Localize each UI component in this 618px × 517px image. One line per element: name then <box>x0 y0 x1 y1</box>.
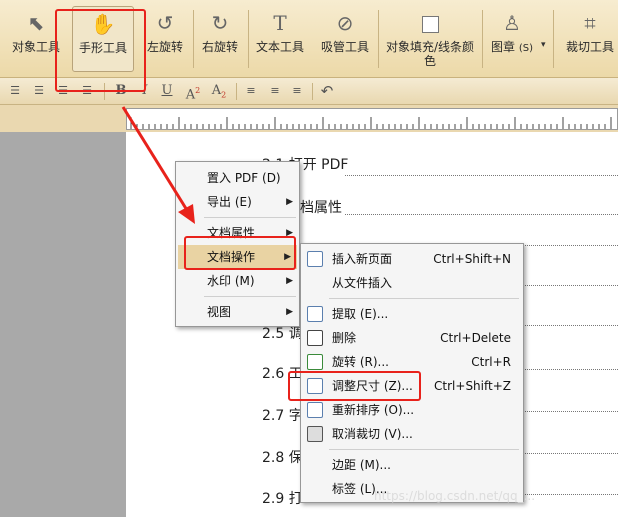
annotation-arrow <box>121 106 195 224</box>
watermark-text: https://blog.csdn.net/qq_... <box>374 489 536 503</box>
